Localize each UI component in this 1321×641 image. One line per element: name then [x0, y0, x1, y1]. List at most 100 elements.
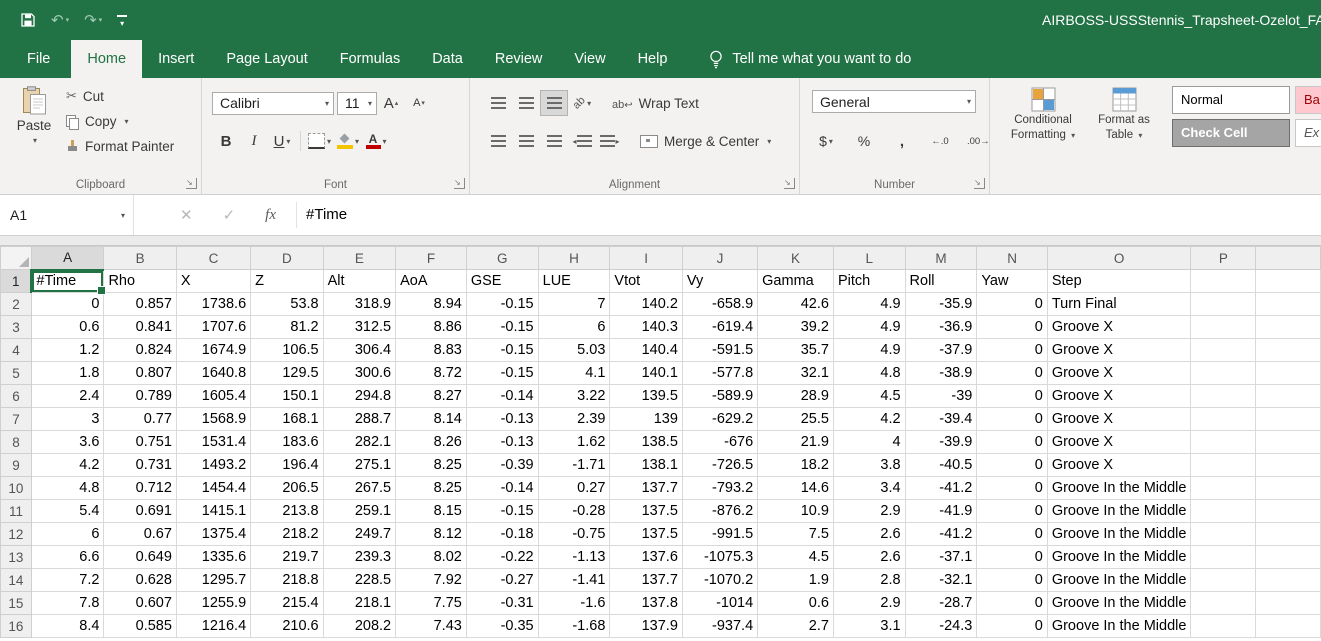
cell-J12[interactable]: -991.5	[682, 523, 757, 546]
cell-C3[interactable]: 1707.6	[176, 316, 250, 339]
conditional-formatting-button[interactable]: Conditional Formatting ▾	[1002, 82, 1084, 187]
cell-M3[interactable]: -36.9	[905, 316, 977, 339]
cell-F3[interactable]: 8.86	[396, 316, 467, 339]
cell-H6[interactable]: 3.22	[538, 385, 610, 408]
cell-M7[interactable]: -39.4	[905, 408, 977, 431]
cell-N1[interactable]: Yaw	[977, 270, 1048, 293]
cell-G6[interactable]: -0.14	[466, 385, 538, 408]
cell-D2[interactable]: 53.8	[251, 293, 323, 316]
cell-J15[interactable]: -1014	[682, 592, 757, 615]
cell-K2[interactable]: 42.6	[758, 293, 834, 316]
cell-A6[interactable]: 2.4	[31, 385, 104, 408]
cell-E9[interactable]: 275.1	[323, 454, 395, 477]
cell-D3[interactable]: 81.2	[251, 316, 323, 339]
cell-C2[interactable]: 1738.6	[176, 293, 250, 316]
cell-D4[interactable]: 106.5	[251, 339, 323, 362]
cell-B5[interactable]: 0.807	[104, 362, 176, 385]
fill-handle[interactable]	[97, 286, 106, 295]
cell-C11[interactable]: 1415.1	[176, 500, 250, 523]
cell-I5[interactable]: 140.1	[610, 362, 682, 385]
cell-D10[interactable]: 206.5	[251, 477, 323, 500]
cell-C4[interactable]: 1674.9	[176, 339, 250, 362]
cell-H13[interactable]: -1.13	[538, 546, 610, 569]
accounting-format-button[interactable]: $▾	[812, 128, 840, 154]
cell-J9[interactable]: -726.5	[682, 454, 757, 477]
tab-view[interactable]: View	[558, 40, 621, 78]
row-header-1[interactable]: 1	[1, 270, 32, 293]
column-header-C[interactable]: C	[176, 247, 250, 270]
cell-G5[interactable]: -0.15	[466, 362, 538, 385]
cell-D12[interactable]: 218.2	[251, 523, 323, 546]
cell-H10[interactable]: 0.27	[538, 477, 610, 500]
cell-E10[interactable]: 267.5	[323, 477, 395, 500]
cell-C9[interactable]: 1493.2	[176, 454, 250, 477]
tab-data[interactable]: Data	[416, 40, 479, 78]
cell-G10[interactable]: -0.14	[466, 477, 538, 500]
cell-D16[interactable]: 210.6	[251, 615, 323, 638]
cell-K15[interactable]: 0.6	[758, 592, 834, 615]
cell-C13[interactable]: 1335.6	[176, 546, 250, 569]
cell-G15[interactable]: -0.31	[466, 592, 538, 615]
wrap-text-button[interactable]: ab↩Wrap Text	[612, 96, 699, 111]
cell-P9[interactable]	[1191, 454, 1256, 477]
cell-O1[interactable]: Step	[1047, 270, 1191, 293]
cell-K9[interactable]: 18.2	[758, 454, 834, 477]
cell-M13[interactable]: -37.1	[905, 546, 977, 569]
cell-A4[interactable]: 1.2	[31, 339, 104, 362]
cell-B1[interactable]: Rho	[104, 270, 176, 293]
cell-C10[interactable]: 1454.4	[176, 477, 250, 500]
cell-P16[interactable]	[1191, 615, 1256, 638]
cell-P2[interactable]	[1191, 293, 1256, 316]
font-size-select[interactable]: 11▾	[337, 92, 377, 115]
cell-A8[interactable]: 3.6	[31, 431, 104, 454]
cell-N7[interactable]: 0	[977, 408, 1048, 431]
cell-C5[interactable]: 1640.8	[176, 362, 250, 385]
cell-K8[interactable]: 21.9	[758, 431, 834, 454]
cell-N16[interactable]: 0	[977, 615, 1048, 638]
cell-N3[interactable]: 0	[977, 316, 1048, 339]
cell-K16[interactable]: 2.7	[758, 615, 834, 638]
cell-D6[interactable]: 150.1	[251, 385, 323, 408]
cell-L16[interactable]: 3.1	[833, 615, 905, 638]
decrease-indent-button[interactable]: ◂	[568, 128, 596, 154]
top-align-button[interactable]	[484, 90, 512, 116]
column-header-B[interactable]: B	[104, 247, 176, 270]
cell-N15[interactable]: 0	[977, 592, 1048, 615]
paste-button[interactable]: Paste ▾	[6, 82, 62, 145]
save-button[interactable]	[20, 12, 36, 28]
row-header-3[interactable]: 3	[1, 316, 32, 339]
format-as-table-button[interactable]: Format as Table ▾	[1088, 82, 1160, 187]
cell-A2[interactable]: 0	[31, 293, 104, 316]
row-header-10[interactable]: 10	[1, 477, 32, 500]
row-header-14[interactable]: 14	[1, 569, 32, 592]
cell-B14[interactable]: 0.628	[104, 569, 176, 592]
row-header-9[interactable]: 9	[1, 454, 32, 477]
cell-F1[interactable]: AoA	[396, 270, 467, 293]
cell-B3[interactable]: 0.841	[104, 316, 176, 339]
cell-J6[interactable]: -589.9	[682, 385, 757, 408]
number-dialog-launcher[interactable]: ↘	[974, 178, 985, 189]
cell-N6[interactable]: 0	[977, 385, 1048, 408]
cell-D13[interactable]: 219.7	[251, 546, 323, 569]
cell-L7[interactable]: 4.2	[833, 408, 905, 431]
copy-button[interactable]: Copy▾	[66, 114, 174, 129]
cell-style-explanatory[interactable]: Ex	[1295, 119, 1321, 147]
cell-E1[interactable]: Alt	[323, 270, 395, 293]
cell-K6[interactable]: 28.9	[758, 385, 834, 408]
cell-G3[interactable]: -0.15	[466, 316, 538, 339]
cell-E3[interactable]: 312.5	[323, 316, 395, 339]
cell-G13[interactable]: -0.22	[466, 546, 538, 569]
cell-style-normal[interactable]: Normal	[1172, 86, 1290, 114]
cell-N13[interactable]: 0	[977, 546, 1048, 569]
cell-N10[interactable]: 0	[977, 477, 1048, 500]
cell-H5[interactable]: 4.1	[538, 362, 610, 385]
cell-E16[interactable]: 208.2	[323, 615, 395, 638]
cell-I1[interactable]: Vtot	[610, 270, 682, 293]
cell-K4[interactable]: 35.7	[758, 339, 834, 362]
cell-F12[interactable]: 8.12	[396, 523, 467, 546]
cell-L6[interactable]: 4.5	[833, 385, 905, 408]
cell-M2[interactable]: -35.9	[905, 293, 977, 316]
cell-A10[interactable]: 4.8	[31, 477, 104, 500]
formula-bar-content[interactable]: #Time	[306, 195, 347, 235]
cell-P12[interactable]	[1191, 523, 1256, 546]
